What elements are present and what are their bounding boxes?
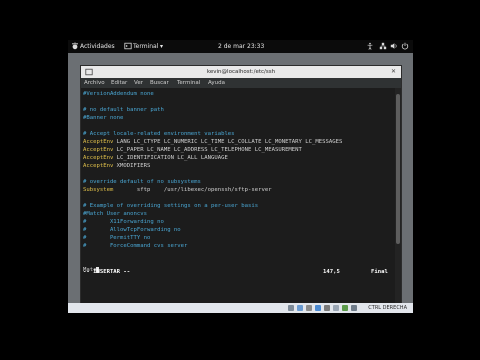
scroll-position: Final xyxy=(371,269,388,275)
terminal-line: # override default of no subsystems xyxy=(83,179,201,185)
config-keyword: AcceptEnv xyxy=(83,147,114,153)
config-value: XMODIFIERS xyxy=(113,163,151,169)
vim-mode: -- INSERTAR -- xyxy=(83,269,131,275)
config-keyword: Subsystem xyxy=(83,187,114,193)
menu-ver[interactable]: Ver xyxy=(134,80,143,86)
terminal-line: # ForceCommand cvs server xyxy=(83,243,188,249)
clock[interactable]: 2 de mar 23:33 xyxy=(218,43,264,50)
terminal-line: AcceptEnv LC_IDENTIFICATION LC_ALL LANGU… xyxy=(83,154,228,162)
config-value: LC_IDENTIFICATION LC_ALL LANGUAGE xyxy=(113,155,228,161)
accessibility-icon[interactable] xyxy=(366,42,374,50)
terminal-window[interactable]: kevin@localhost:/etc/ssh ✕ Archivo Edita… xyxy=(80,65,402,305)
capture-icon[interactable] xyxy=(342,305,348,311)
terminal-app-icon xyxy=(124,42,132,50)
terminal-line: # no default banner path xyxy=(83,107,164,113)
vim-status-line: -- INSERTAR -- 147,5 Final xyxy=(83,269,393,275)
config-keyword: AcceptEnv xyxy=(83,155,114,161)
hard-disk-icon[interactable] xyxy=(288,305,294,311)
terminal-line: Subsystem sftp /usr/libexec/openssh/sftp… xyxy=(83,186,272,194)
terminal-line: #Banner none xyxy=(83,115,124,121)
menu-bar: Archivo Editar Ver Buscar Terminal Ayuda xyxy=(81,78,401,88)
terminal-line: # PermitTTY no xyxy=(83,235,151,241)
optical-drive-icon[interactable] xyxy=(297,305,303,311)
host-key-label: CTRL DERECHA xyxy=(368,305,407,311)
app-menu-terminal[interactable]: Terminal xyxy=(133,43,158,50)
network-adapter-icon[interactable] xyxy=(315,305,321,311)
config-keyword: AcceptEnv xyxy=(83,139,114,145)
menu-ayuda[interactable]: Ayuda xyxy=(208,80,225,86)
mouse-integration-icon[interactable] xyxy=(351,305,357,311)
terminal-line: #Match User anoncvs xyxy=(83,211,147,217)
gnome-top-bar: Actividades Terminal ▾ 2 de mar 23:33 xyxy=(68,40,413,53)
power-icon[interactable] xyxy=(401,42,409,50)
close-icon[interactable]: ✕ xyxy=(391,68,396,75)
vm-status-bar: CTRL DERECHA xyxy=(68,303,413,313)
vm-screen: Actividades Terminal ▾ 2 de mar 23:33 ke… xyxy=(68,40,413,313)
cursor-position: 147,5 xyxy=(323,269,340,275)
network-icon[interactable] xyxy=(379,42,387,50)
terminal-line: AcceptEnv LANG LC_CTYPE LC_NUMERIC LC_TI… xyxy=(83,138,342,146)
chevron-down-icon[interactable]: ▾ xyxy=(160,43,163,50)
gnome-foot-icon xyxy=(72,42,78,50)
terminal-line: AcceptEnv LC_PAPER LC_NAME LC_ADDRESS LC… xyxy=(83,146,302,154)
volume-icon[interactable] xyxy=(390,42,398,50)
menu-terminal[interactable]: Terminal xyxy=(177,80,200,86)
config-value: LC_PAPER LC_NAME LC_ADDRESS LC_TELEPHONE… xyxy=(113,147,302,153)
terminal-line: # Example of overriding settings on a pe… xyxy=(83,203,259,209)
terminal-line: #VersionAddendum none xyxy=(83,91,154,97)
config-keyword: AcceptEnv xyxy=(83,163,114,169)
scrollbar[interactable] xyxy=(395,88,401,304)
terminal-line: # AllowTcpForwarding no xyxy=(83,227,181,233)
terminal-line: # X11Forwarding no xyxy=(83,219,164,225)
window-title: kevin@localhost:/etc/ssh xyxy=(206,69,276,75)
menu-editar[interactable]: Editar xyxy=(111,80,127,86)
scrollbar-thumb[interactable] xyxy=(396,94,400,244)
activities-button[interactable]: Actividades xyxy=(80,43,115,50)
config-value: LANG LC_CTYPE LC_NUMERIC LC_TIME LC_COLL… xyxy=(113,139,343,145)
menu-archivo[interactable]: Archivo xyxy=(84,80,105,86)
usb-icon[interactable] xyxy=(324,305,330,311)
audio-icon[interactable] xyxy=(306,305,312,311)
shared-folders-icon[interactable] xyxy=(333,305,339,311)
window-titlebar[interactable]: kevin@localhost:/etc/ssh ✕ xyxy=(81,66,401,78)
menu-buscar[interactable]: Buscar xyxy=(150,80,169,86)
config-value: sftp /usr/libexec/openssh/sftp-server xyxy=(113,187,272,193)
terminal-line: # Accept locale-related environment vari… xyxy=(83,131,235,137)
terminal-line: AcceptEnv XMODIFIERS xyxy=(83,162,150,170)
